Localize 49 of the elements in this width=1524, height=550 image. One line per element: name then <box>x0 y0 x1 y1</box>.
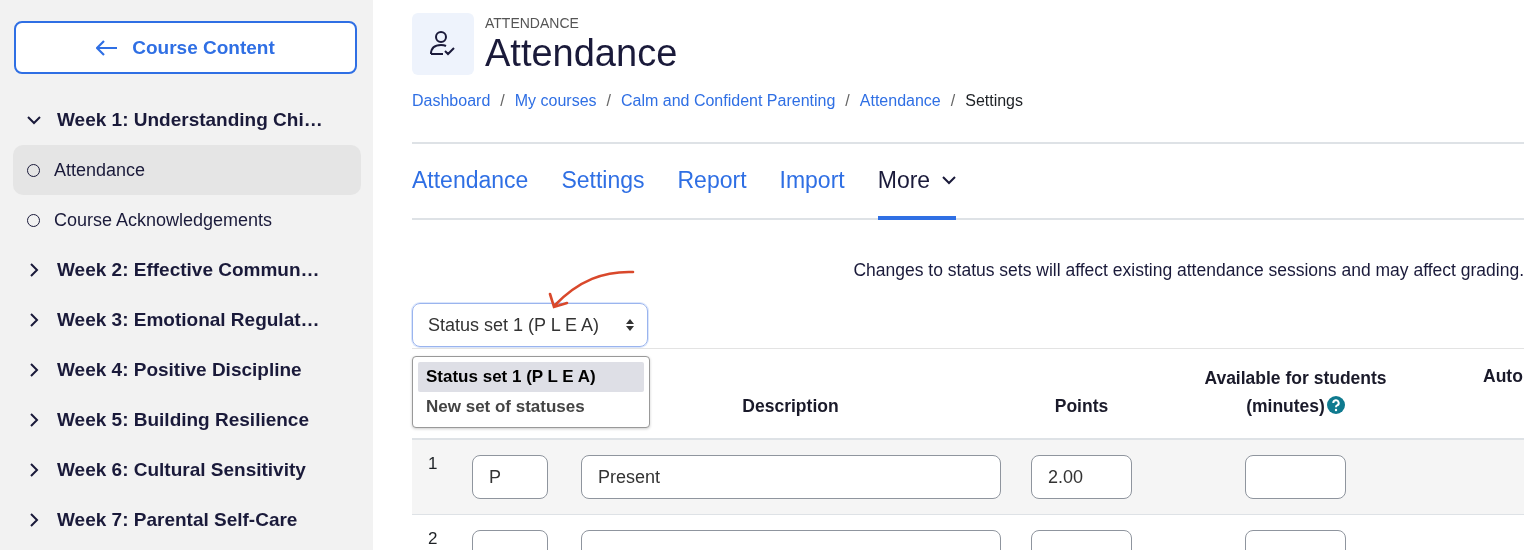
section-title[interactable]: Week 4: Positive Discipline <box>57 359 302 381</box>
nav-tab[interactable]: Attendance <box>412 144 529 220</box>
column-header: Points <box>1053 395 1110 418</box>
chevron-right-icon[interactable] <box>27 313 41 327</box>
breadcrumb-separator: / <box>500 92 505 110</box>
course-content-button[interactable]: Course Content <box>14 21 357 74</box>
page-title: Attendance <box>485 31 678 75</box>
row-number: 2 <box>427 528 439 549</box>
chevron-right-icon[interactable] <box>27 413 41 427</box>
nav-tab[interactable]: Report <box>677 144 747 220</box>
section-title[interactable]: Week 6: Cultural Sensitivity <box>57 459 306 481</box>
minutes-field[interactable] <box>1245 455 1346 499</box>
chevron-down-icon[interactable] <box>27 115 41 125</box>
section-title[interactable]: Week 5: Building Resilience <box>57 409 309 431</box>
row-number: 1 <box>427 453 439 474</box>
notice-text: Changes to status sets will affect existing attendance sessions and may affect grading. <box>852 260 1524 281</box>
help-icon[interactable] <box>1326 396 1345 414</box>
nav-tab[interactable]: More <box>877 144 957 220</box>
section-title[interactable]: Week 1: Understanding Chi… <box>57 109 323 131</box>
arrow-left-icon <box>96 39 119 56</box>
breadcrumb-link[interactable]: Calm and Confident Parenting <box>621 92 836 110</box>
chevron-right-icon[interactable] <box>27 513 41 527</box>
section-title[interactable]: Week 2: Effective Commun… <box>57 259 320 281</box>
acronym-field[interactable]: P <box>472 455 548 499</box>
dropdown-option[interactable]: Status set 1 (P L E A) <box>418 362 644 392</box>
breadcrumb-link[interactable]: My courses <box>514 92 597 110</box>
nav-tab[interactable]: Settings <box>561 144 645 220</box>
breadcrumb-separator: / <box>606 92 611 110</box>
points-field[interactable]: 2.00 <box>1031 455 1132 499</box>
chevron-right-icon[interactable] <box>27 263 41 277</box>
description-field[interactable]: Present <box>581 455 1001 499</box>
section-title[interactable]: Week 3: Emotional Regulat… <box>57 309 320 331</box>
section-title[interactable]: Week 7: Parental Self-Care <box>57 509 298 531</box>
chevron-right-icon[interactable] <box>27 463 41 477</box>
module-label: ATTENDANCE <box>485 15 580 31</box>
breadcrumb-separator: / <box>845 92 850 110</box>
activity-item[interactable]: Course Acknowledgements <box>13 195 361 245</box>
sort-caret-icon <box>625 318 635 332</box>
breadcrumb-link[interactable]: Attendance <box>859 92 941 110</box>
chevron-right-icon[interactable] <box>27 363 41 377</box>
breadcrumb-link[interactable]: Dashboard <box>412 92 491 110</box>
column-header: Available for students (minutes) <box>1203 367 1388 418</box>
activity-item[interactable]: Attendance <box>13 145 361 195</box>
nav-tab[interactable]: Import <box>779 144 845 220</box>
breadcrumb-separator: / <box>950 92 956 110</box>
column-header: Auto <box>1482 365 1524 387</box>
chevron-down-icon <box>942 175 957 185</box>
page-label: Settings <box>965 92 1023 110</box>
status-set-select[interactable]: Status set 1 (P L E A) <box>412 303 648 347</box>
